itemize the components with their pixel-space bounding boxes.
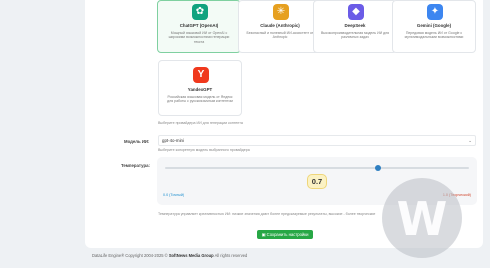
footer-company-link[interactable]: SoftNews Media Group [169, 253, 214, 258]
yandex-icon: Y [193, 67, 209, 83]
provider-description: Российская языковая модель от Яндекс для… [167, 95, 233, 104]
provider-card-claude[interactable]: ✳ Claude (Anthropic) Безопасный и полезн… [238, 0, 322, 53]
model-select[interactable]: gpt-4o-mini ⌄ [158, 135, 476, 146]
provider-name: YandexGPT [187, 87, 213, 92]
watermark-logo: W [382, 178, 462, 258]
provider-hint: Выберите провайдера ИИ для генерации кон… [158, 121, 243, 125]
model-label: Модель ИИ: [124, 139, 150, 144]
provider-name: Claude (Anthropic) [260, 23, 300, 28]
temperature-value-badge: 0.7 [307, 174, 327, 189]
provider-description: Безопасный и полезный ИИ-ассистент от An… [246, 31, 314, 40]
provider-description: Передовая модель ИИ от Google с мультимо… [404, 31, 464, 40]
save-settings-label: Сохранить настройки [266, 232, 309, 237]
provider-name: Gemini (Google) [416, 23, 452, 28]
temperature-min-label: 0.0 (Точный) [163, 193, 185, 197]
footer-copyright: DataLife Engine® Copyright 2004-2025 © [92, 253, 168, 258]
model-hint: Выберите конкретную модель выбранного пр… [158, 148, 250, 152]
provider-card-chatgpt[interactable]: ✿ ChatGPT (OpenAI) Мощный языковой ИИ от… [157, 0, 241, 53]
footer: DataLife Engine® Copyright 2004-2025 © S… [92, 253, 247, 258]
openai-icon: ✿ [192, 4, 208, 20]
provider-card-yandexgpt[interactable]: Y YandexGPT Российская языковая модель о… [158, 60, 242, 116]
temperature-hint: Температура управляет креативностью ИИ: … [158, 212, 376, 216]
provider-card-deepseek[interactable]: ◆ DeepSeek Высокопроизводительная модель… [313, 0, 397, 53]
chevron-down-icon: ⌄ [468, 137, 472, 143]
deepseek-icon: ◆ [348, 4, 364, 20]
provider-name: ChatGPT (OpenAI) [179, 23, 219, 28]
watermark-letter: W [396, 192, 448, 246]
claude-icon: ✳ [273, 4, 289, 20]
provider-name: DeepSeek [344, 23, 366, 28]
gemini-icon: ✦ [427, 4, 443, 20]
temperature-label: Температура: [121, 163, 150, 168]
provider-card-gemini[interactable]: ✦ Gemini (Google) Передовая модель ИИ от… [392, 0, 476, 53]
footer-rights: All rights reserved [214, 253, 248, 258]
floppy-icon: ▣ [261, 232, 266, 237]
provider-description: Высокопроизводительная модель ИИ для раз… [320, 31, 390, 40]
temperature-slider-thumb[interactable] [374, 165, 381, 171]
provider-description: Мощный языковой ИИ от OpenAI с широкими … [168, 31, 230, 44]
save-settings-button[interactable]: ▣ Сохранить настройки [257, 230, 313, 239]
temperature-slider[interactable] [165, 165, 469, 171]
model-select-value: gpt-4o-mini [162, 138, 184, 143]
